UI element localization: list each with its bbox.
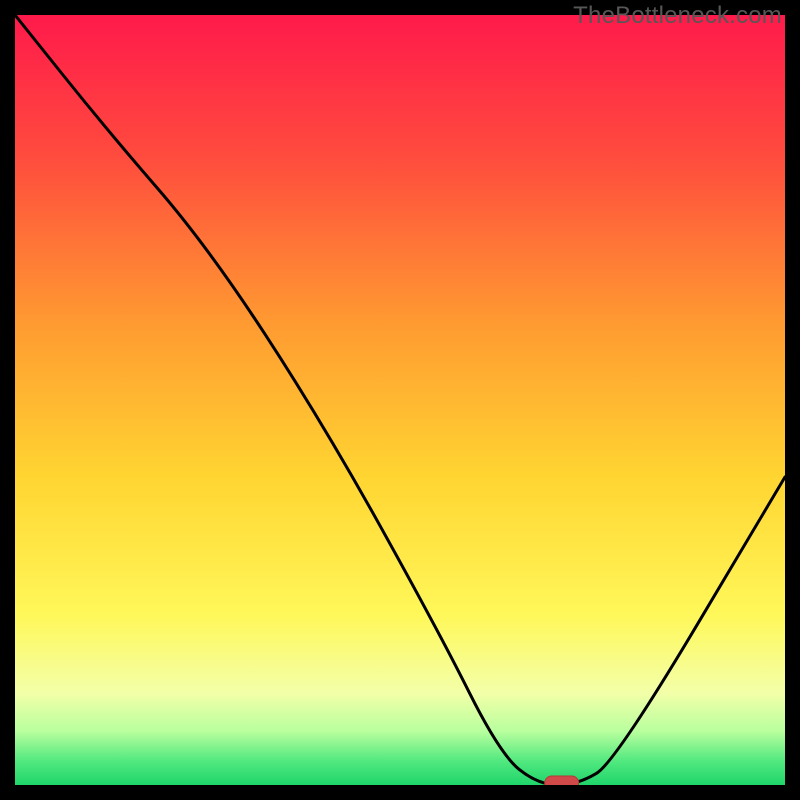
bottleneck-chart — [15, 15, 785, 785]
chart-frame — [15, 15, 785, 785]
optimal-marker — [545, 776, 579, 785]
watermark-text: TheBottleneck.com — [573, 2, 782, 30]
